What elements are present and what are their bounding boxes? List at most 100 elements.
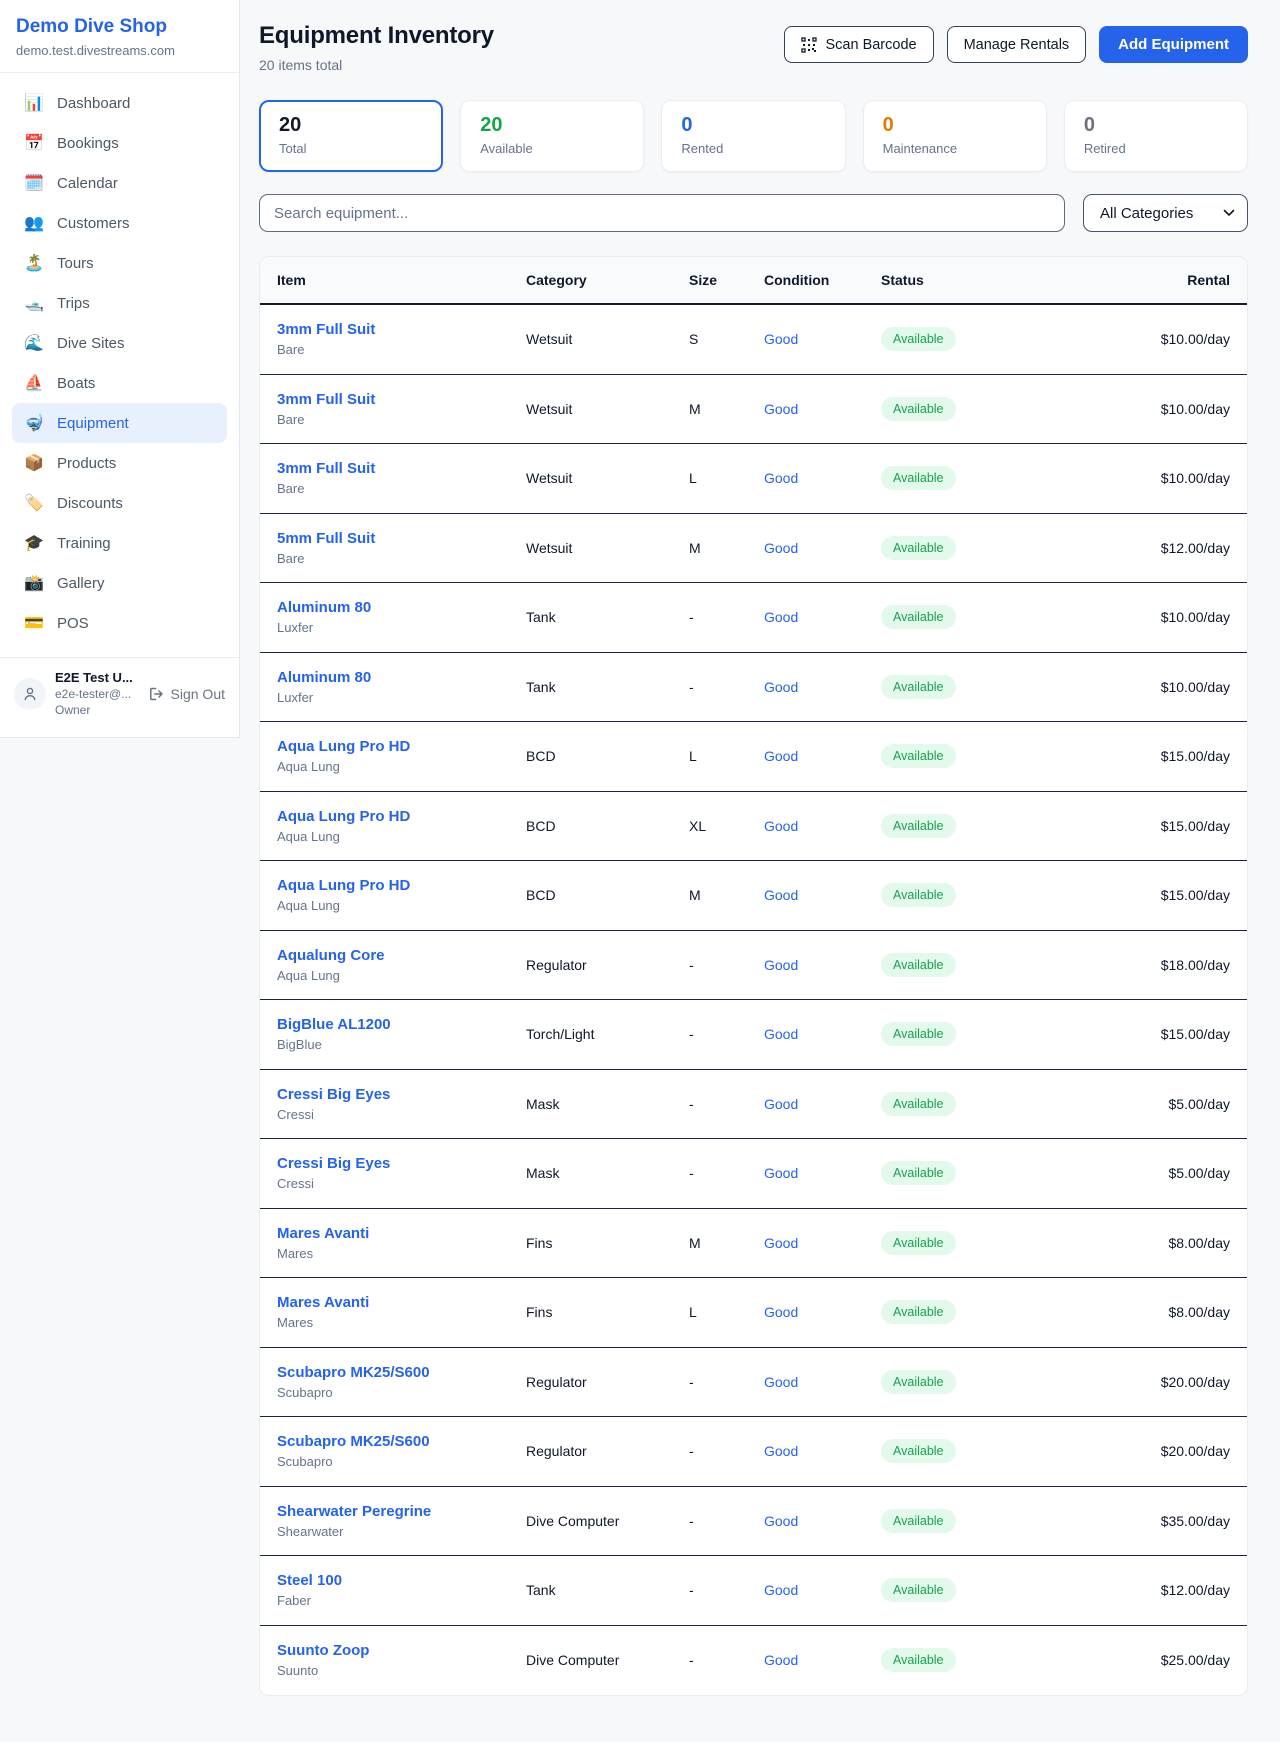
condition-link[interactable]: Good [764, 679, 881, 695]
condition-link[interactable]: Good [764, 470, 881, 486]
condition-link[interactable]: Good [764, 1374, 881, 1390]
item-name-link[interactable]: 3mm Full Suit [277, 460, 526, 477]
stat-card-total[interactable]: 20 Total [259, 100, 443, 172]
item-name-link[interactable]: Aluminum 80 [277, 669, 526, 686]
sidebar-item-training[interactable]: 🎓 Training [12, 523, 227, 563]
sidebar-item-dive-sites[interactable]: 🌊 Dive Sites [12, 323, 227, 363]
item-brand: Mares [277, 1315, 526, 1330]
item-name-link[interactable]: Mares Avanti [277, 1225, 526, 1242]
sign-out-button[interactable]: Sign Out [148, 686, 225, 702]
add-equipment-button[interactable]: Add Equipment [1099, 26, 1248, 63]
condition-link[interactable]: Good [764, 957, 881, 973]
table-row: Aqua Lung Pro HD Aqua Lung BCD M Good Av… [260, 861, 1247, 931]
condition-link[interactable]: Good [764, 887, 881, 903]
rental-cell: $18.00/day [1066, 957, 1230, 973]
stat-card-available[interactable]: 20 Available [460, 100, 644, 172]
sidebar-item-calendar[interactable]: 🗓️ Calendar [12, 163, 227, 203]
sidebar-item-trips[interactable]: 🛥️ Trips [12, 283, 227, 323]
item-name-link[interactable]: Cressi Big Eyes [277, 1086, 526, 1103]
status-cell: Available [881, 953, 1066, 977]
rental-cell: $35.00/day [1066, 1513, 1230, 1529]
item-name-link[interactable]: Shearwater Peregrine [277, 1503, 526, 1520]
item-cell: Aluminum 80 Luxfer [277, 669, 526, 705]
status-cell: Available [881, 1648, 1066, 1672]
condition-link[interactable]: Good [764, 1304, 881, 1320]
category-cell: Dive Computer [526, 1513, 689, 1529]
stat-card-rented[interactable]: 0 Rented [661, 100, 845, 172]
item-cell: 3mm Full Suit Bare [277, 391, 526, 427]
table-row: Aqua Lung Pro HD Aqua Lung BCD XL Good A… [260, 792, 1247, 862]
stat-card-retired[interactable]: 0 Retired [1064, 100, 1248, 172]
sidebar-item-equipment[interactable]: 🤿 Equipment [12, 403, 227, 443]
condition-link[interactable]: Good [764, 331, 881, 347]
nav-item-icon: ⛵ [24, 373, 44, 393]
condition-link[interactable]: Good [764, 1165, 881, 1181]
brand-title[interactable]: Demo Dive Shop [16, 16, 223, 38]
condition-link[interactable]: Good [764, 1235, 881, 1251]
scan-barcode-label: Scan Barcode [825, 37, 916, 53]
size-cell: M [689, 540, 764, 556]
manage-rentals-button[interactable]: Manage Rentals [947, 26, 1087, 63]
sidebar-item-pos[interactable]: 💳 POS [12, 603, 227, 643]
item-name-link[interactable]: Aqua Lung Pro HD [277, 738, 526, 755]
status-cell: Available [881, 883, 1066, 907]
item-cell: 3mm Full Suit Bare [277, 321, 526, 357]
item-brand: Scubapro [277, 1385, 526, 1400]
sidebar-item-gallery[interactable]: 📸 Gallery [12, 563, 227, 603]
status-badge: Available [881, 675, 956, 699]
sidebar-item-boats[interactable]: ⛵ Boats [12, 363, 227, 403]
size-cell: M [689, 1235, 764, 1251]
nav-item-label: Gallery [57, 575, 105, 592]
sidebar-item-discounts[interactable]: 🏷️ Discounts [12, 483, 227, 523]
item-name-link[interactable]: Aqua Lung Pro HD [277, 808, 526, 825]
condition-link[interactable]: Good [764, 748, 881, 764]
condition-link[interactable]: Good [764, 401, 881, 417]
condition-link[interactable]: Good [764, 1513, 881, 1529]
item-cell: Aqualung Core Aqua Lung [277, 947, 526, 983]
status-badge: Available [881, 744, 956, 768]
condition-link[interactable]: Good [764, 609, 881, 625]
stat-value: 0 [883, 114, 1027, 137]
category-cell: Mask [526, 1096, 689, 1112]
stat-card-maintenance[interactable]: 0 Maintenance [863, 100, 1047, 172]
condition-link[interactable]: Good [764, 818, 881, 834]
condition-link[interactable]: Good [764, 1096, 881, 1112]
item-name-link[interactable]: BigBlue AL1200 [277, 1016, 526, 1033]
item-name-link[interactable]: 3mm Full Suit [277, 391, 526, 408]
rental-cell: $10.00/day [1066, 470, 1230, 486]
status-badge: Available [881, 814, 956, 838]
status-badge: Available [881, 397, 956, 421]
item-name-link[interactable]: Aluminum 80 [277, 599, 526, 616]
item-name-link[interactable]: Suunto Zoop [277, 1642, 526, 1659]
item-name-link[interactable]: Mares Avanti [277, 1294, 526, 1311]
size-cell: - [689, 1374, 764, 1390]
condition-link[interactable]: Good [764, 1026, 881, 1042]
item-name-link[interactable]: 3mm Full Suit [277, 321, 526, 338]
category-select[interactable]: All Categories [1083, 194, 1248, 232]
table-row: Cressi Big Eyes Cressi Mask - Good Avail… [260, 1139, 1247, 1209]
sidebar-item-customers[interactable]: 👥 Customers [12, 203, 227, 243]
size-cell: - [689, 1513, 764, 1529]
condition-link[interactable]: Good [764, 1582, 881, 1598]
scan-barcode-button[interactable]: Scan Barcode [784, 26, 933, 63]
item-name-link[interactable]: Aqualung Core [277, 947, 526, 964]
status-cell: Available [881, 605, 1066, 629]
barcode-icon [801, 37, 817, 53]
condition-link[interactable]: Good [764, 540, 881, 556]
header-actions: Scan Barcode Manage Rentals Add Equipmen… [784, 26, 1248, 63]
item-name-link[interactable]: Scubapro MK25/S600 [277, 1364, 526, 1381]
item-name-link[interactable]: Cressi Big Eyes [277, 1155, 526, 1172]
sidebar-item-tours[interactable]: 🏝️ Tours [12, 243, 227, 283]
equipment-table: Item Category Size Condition Status Rent… [259, 256, 1248, 1696]
sidebar-item-dashboard[interactable]: 📊 Dashboard [12, 83, 227, 123]
item-name-link[interactable]: Aqua Lung Pro HD [277, 877, 526, 894]
search-input[interactable] [259, 194, 1065, 232]
sidebar-item-products[interactable]: 📦 Products [12, 443, 227, 483]
item-name-link[interactable]: Scubapro MK25/S600 [277, 1433, 526, 1450]
user-icon [22, 686, 38, 702]
item-name-link[interactable]: Steel 100 [277, 1572, 526, 1589]
condition-link[interactable]: Good [764, 1652, 881, 1668]
item-name-link[interactable]: 5mm Full Suit [277, 530, 526, 547]
sidebar-item-bookings[interactable]: 📅 Bookings [12, 123, 227, 163]
condition-link[interactable]: Good [764, 1443, 881, 1459]
